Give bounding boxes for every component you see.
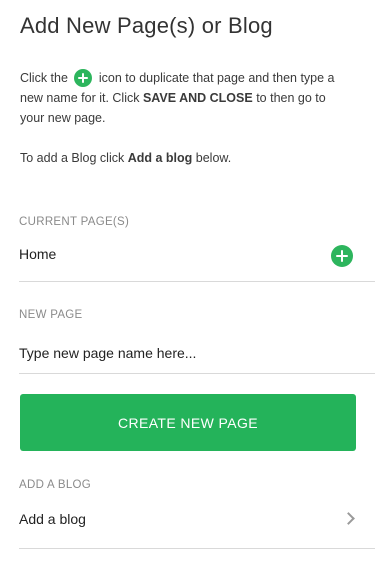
blog-intro-bold: Add a blog bbox=[127, 151, 193, 165]
duplicate-page-button[interactable] bbox=[331, 245, 353, 267]
intro-save-close: SAVE AND CLOSE bbox=[142, 91, 253, 105]
chevron-right-icon bbox=[342, 512, 355, 525]
blog-intro-part2: below. bbox=[195, 151, 232, 165]
add-blog-label: ADD A BLOG bbox=[19, 479, 92, 491]
current-page-name: Home bbox=[19, 246, 57, 262]
panel-title: Add New Page(s) or Blog bbox=[20, 13, 273, 38]
add-blog-text: Add a blog bbox=[19, 511, 86, 527]
add-blog-row[interactable]: Add a blog bbox=[19, 507, 375, 549]
intro-part1: Click the bbox=[20, 71, 68, 85]
plus-circle-icon bbox=[74, 68, 93, 87]
add-page-panel: Add New Page(s) or Blog Click the icon t… bbox=[0, 0, 375, 572]
new-page-label: NEW PAGE bbox=[19, 309, 83, 321]
blog-intro-text: To add a Blog click Add a blog below. bbox=[20, 148, 231, 168]
current-page-row: Home bbox=[19, 242, 375, 282]
blog-intro-part1: To add a Blog click bbox=[20, 151, 125, 165]
intro-text: Click the icon to duplicate that page an… bbox=[20, 68, 350, 128]
new-page-name-input[interactable] bbox=[19, 332, 375, 374]
current-pages-label: CURRENT PAGE(S) bbox=[19, 216, 130, 228]
create-new-page-button[interactable]: CREATE NEW PAGE bbox=[20, 394, 356, 451]
